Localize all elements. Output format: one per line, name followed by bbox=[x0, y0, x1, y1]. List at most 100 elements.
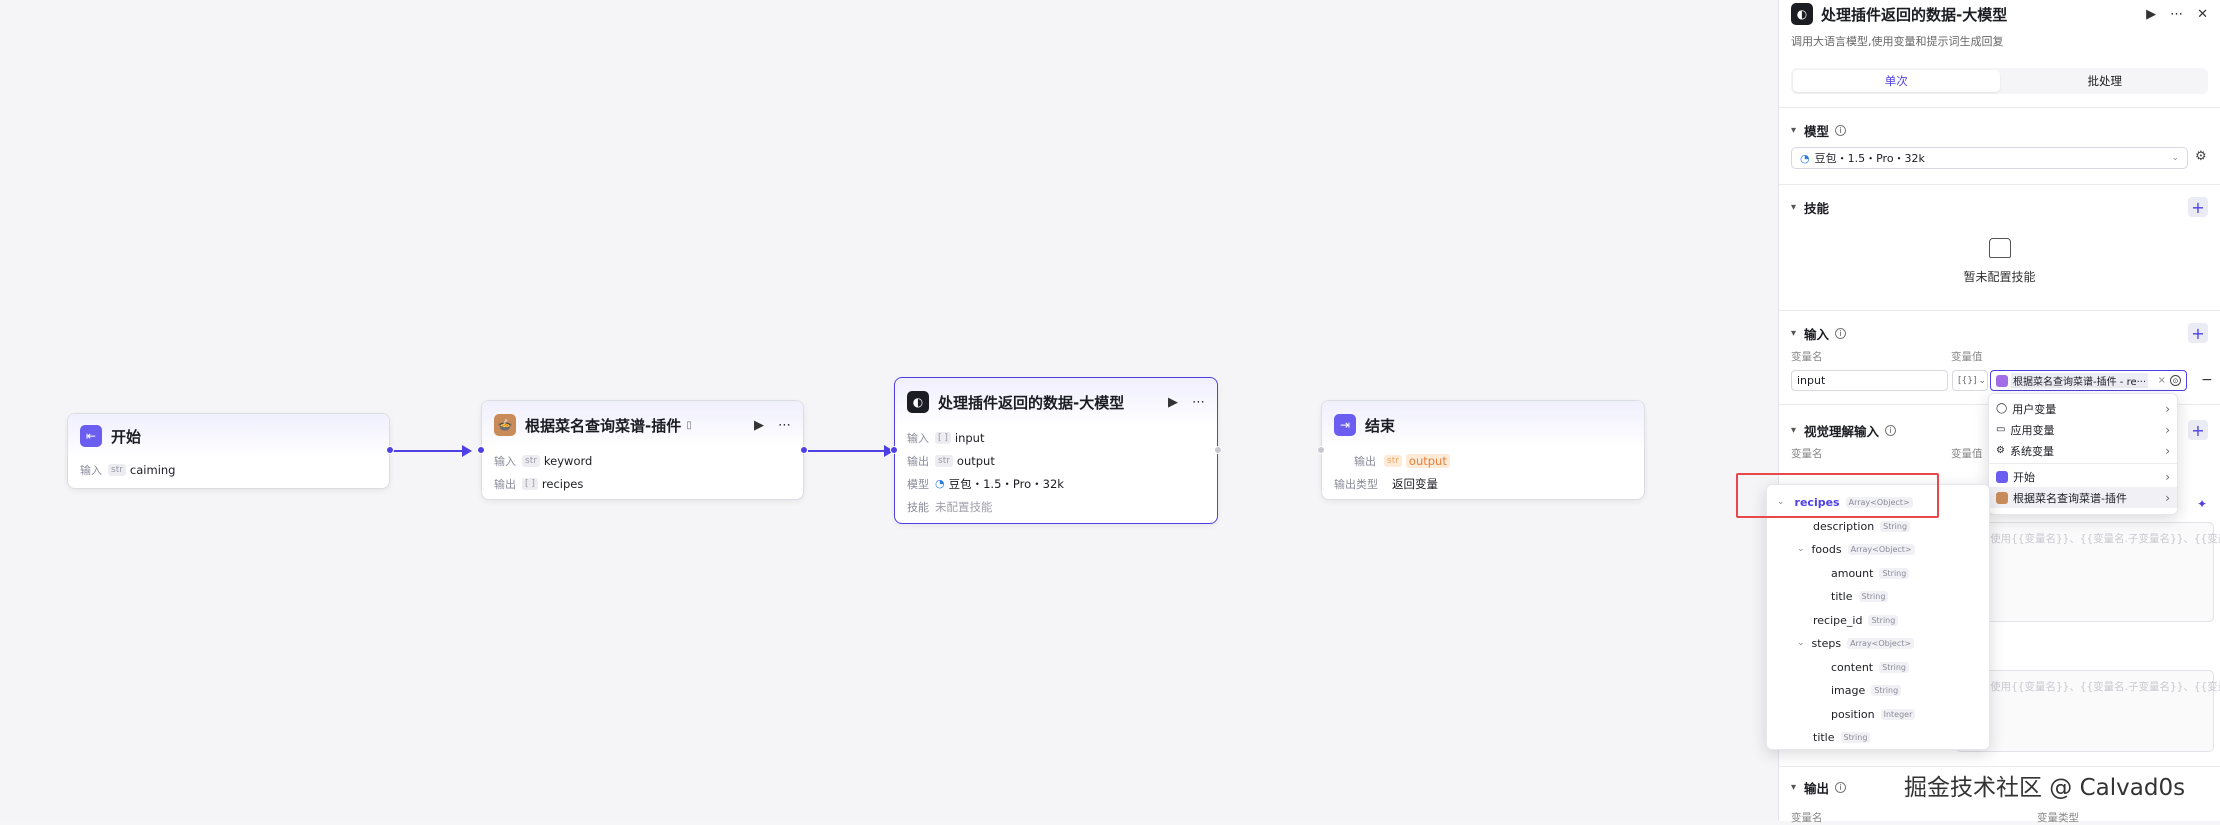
variable-tree-menu: ⌄ recipes Array<Object> description String … bbox=[1766, 484, 1990, 750]
run-icon[interactable]: ▶ bbox=[754, 418, 764, 433]
input-section-header[interactable]: ▾ 输入 i + bbox=[1791, 323, 2208, 343]
section-title: 视觉理解输入 bbox=[1804, 423, 1880, 439]
menu-divider bbox=[1989, 463, 2177, 464]
menu-item-user-vars[interactable]: ◯ 用户变量 › bbox=[1989, 398, 2177, 419]
add-skill-button[interactable]: + bbox=[2188, 197, 2208, 217]
chevron-down-icon: ▾ bbox=[1791, 201, 1797, 213]
output-port[interactable] bbox=[386, 446, 394, 454]
field-label: 输出 bbox=[907, 454, 929, 468]
type-tag: String bbox=[1879, 567, 1910, 579]
model-select[interactable]: ◔ 豆包・1.5・Pro・32k ⌄ bbox=[1791, 147, 2188, 169]
var-name-label: 变量名 bbox=[1791, 351, 1823, 363]
model-value: 豆包・1.5・Pro・32k bbox=[1814, 152, 1925, 165]
model-section-header[interactable]: ▾ 模型 i bbox=[1791, 121, 2208, 140]
type-tag: String bbox=[1879, 661, 1909, 673]
tree-item[interactable]: amount String bbox=[1831, 564, 1910, 582]
field-label: 输入 bbox=[494, 454, 516, 468]
workflow-canvas[interactable]: ⇤ 开始 输入 str caiming 🍲 根据菜名查询菜谱-插件 ▯ ▶ ⋯ 输入 s… bbox=[0, 0, 1778, 821]
menu-item-label: 系统变量 bbox=[2009, 444, 2054, 458]
field-value: output bbox=[956, 453, 995, 468]
more-icon[interactable]: ⋯ bbox=[1192, 395, 1205, 410]
more-icon[interactable]: ⋯ bbox=[778, 418, 791, 433]
input-port[interactable] bbox=[890, 446, 898, 454]
field-value: 返回变量 bbox=[1392, 476, 1438, 491]
panel-title: 处理插件返回的数据-大模型 bbox=[1821, 5, 2008, 24]
field-label: 模型 bbox=[907, 477, 929, 491]
menu-item-app-vars[interactable]: ▭ 应用变量 › bbox=[1989, 419, 2177, 440]
menu-item-start-node[interactable]: 开始 › bbox=[1989, 466, 2177, 487]
plugin-node-icon bbox=[1996, 374, 2008, 387]
field-value: recipes bbox=[541, 476, 584, 491]
node-end[interactable]: ⇥ 结束 输出 str output 输出类型 返回变量 bbox=[1321, 400, 1645, 500]
output-port[interactable] bbox=[1214, 446, 1222, 454]
tree-item[interactable]: title String bbox=[1831, 587, 1889, 605]
input-name-field[interactable]: input bbox=[1791, 370, 1948, 391]
magic-wand-icon[interactable]: ✦ bbox=[2197, 497, 2207, 511]
input-port[interactable] bbox=[1317, 446, 1325, 454]
system-prompt-editor[interactable]: (可以使用{{变量名}}、{{变量名.子变量名}}、{{变量名[数组索引]}}的… bbox=[1956, 522, 2220, 622]
panel-description: 调用大语言模型,使用变量和提示词生成回复 bbox=[1791, 35, 2004, 48]
tree-item[interactable]: position Integer bbox=[1831, 705, 1916, 723]
edge-start-plugin bbox=[392, 450, 462, 452]
tree-item-name: amount bbox=[1831, 566, 1874, 580]
variable-picker-icon[interactable]: ⊙ bbox=[2170, 375, 2181, 386]
output-port[interactable] bbox=[800, 446, 808, 454]
menu-item-plugin-node[interactable]: 根据菜名查询菜谱-插件 › bbox=[1989, 487, 2177, 508]
info-icon: i bbox=[1835, 125, 1847, 136]
field-label: 输出 bbox=[1354, 454, 1376, 468]
clear-icon[interactable]: × bbox=[2158, 375, 2166, 386]
tree-item-name: recipe_id bbox=[1813, 613, 1863, 627]
tree-item[interactable]: ⌄ foods Array<Object> bbox=[1797, 540, 1915, 558]
field-value: output bbox=[1405, 453, 1450, 468]
remove-input-icon[interactable]: − bbox=[2201, 372, 2213, 388]
chevron-down-icon: ▾ bbox=[1791, 782, 1797, 793]
chevron-down-icon: ▾ bbox=[1791, 125, 1797, 136]
node-llm[interactable]: ◐ 处理插件返回的数据-大模型 ▶ ⋯ 输入 [ ] input 输出 str outpu… bbox=[894, 377, 1218, 524]
input-type-select[interactable]: [{}] ⌄ bbox=[1952, 370, 1988, 391]
input-port[interactable] bbox=[477, 446, 485, 454]
field-value: keyword bbox=[543, 453, 593, 468]
tree-item[interactable]: image String bbox=[1831, 681, 1902, 699]
field-label: 技能 bbox=[907, 500, 929, 514]
tab-batch[interactable]: 批处理 bbox=[2002, 68, 2209, 94]
end-node-icon: ⇥ bbox=[1334, 414, 1356, 436]
type-tag: String bbox=[1858, 590, 1889, 602]
tree-item[interactable]: title String bbox=[1813, 728, 1871, 746]
tree-item[interactable]: recipe_id String bbox=[1813, 611, 1899, 629]
skill-section-header[interactable]: ▾ 技能 + bbox=[1791, 197, 2208, 217]
run-icon[interactable]: ▶ bbox=[1168, 395, 1178, 410]
tree-item[interactable]: description String bbox=[1813, 517, 1911, 535]
node-plugin[interactable]: 🍲 根据菜名查询菜谱-插件 ▯ ▶ ⋯ 输入 str keyword 输出 [ ] rec… bbox=[481, 400, 804, 500]
menu-item-system-vars[interactable]: ⚙ 系统变量 › bbox=[1989, 440, 2177, 461]
type-tag: str bbox=[522, 454, 540, 467]
edge-plugin-llm bbox=[808, 450, 884, 452]
field-value: 未配置技能 bbox=[935, 499, 993, 514]
tree-item[interactable]: ⌄ steps Array<Object> bbox=[1797, 634, 1915, 652]
node-title: 开始 bbox=[111, 427, 142, 446]
tree-item-name: steps bbox=[1811, 636, 1842, 650]
run-icon[interactable]: ▶ bbox=[2146, 7, 2156, 22]
close-icon[interactable]: ✕ bbox=[2197, 7, 2208, 22]
tree-item-name: title bbox=[1813, 730, 1835, 744]
add-vision-button[interactable]: + bbox=[2188, 420, 2208, 440]
input-ref-field[interactable]: 根据菜名查询菜谱-插件 - re··· × ⊙ bbox=[1990, 370, 2187, 391]
settings-icon[interactable]: ⚙ bbox=[2195, 149, 2207, 164]
input-name-value: input bbox=[1797, 374, 1826, 387]
field-label: 输入 bbox=[80, 463, 102, 477]
chevron-right-icon: › bbox=[2165, 422, 2170, 437]
node-start[interactable]: ⇤ 开始 输入 str caiming bbox=[67, 413, 390, 489]
field-value: caiming bbox=[129, 462, 176, 477]
type-tag: Array<Object> bbox=[1847, 637, 1915, 649]
tab-single[interactable]: 单次 bbox=[1793, 70, 2000, 92]
section-title: 输入 bbox=[1804, 326, 1830, 342]
chevron-right-icon: › bbox=[2165, 469, 2170, 484]
tree-item[interactable]: content String bbox=[1831, 658, 1909, 676]
chevron-down-icon: ⌄ bbox=[2171, 153, 2179, 163]
info-icon: i bbox=[1835, 327, 1847, 339]
more-icon[interactable]: ⋯ bbox=[2170, 7, 2183, 22]
user-prompt-editor[interactable]: (可以使用{{变量名}}、{{变量名.子变量名}}、{{变量名[数组索引]}}的… bbox=[1956, 670, 2220, 752]
node-title: 结束 bbox=[1365, 416, 1396, 435]
field-label: 输出类型 bbox=[1334, 477, 1378, 491]
type-tag: Array<Object> bbox=[1847, 543, 1915, 555]
add-input-button[interactable]: + bbox=[2188, 323, 2208, 343]
